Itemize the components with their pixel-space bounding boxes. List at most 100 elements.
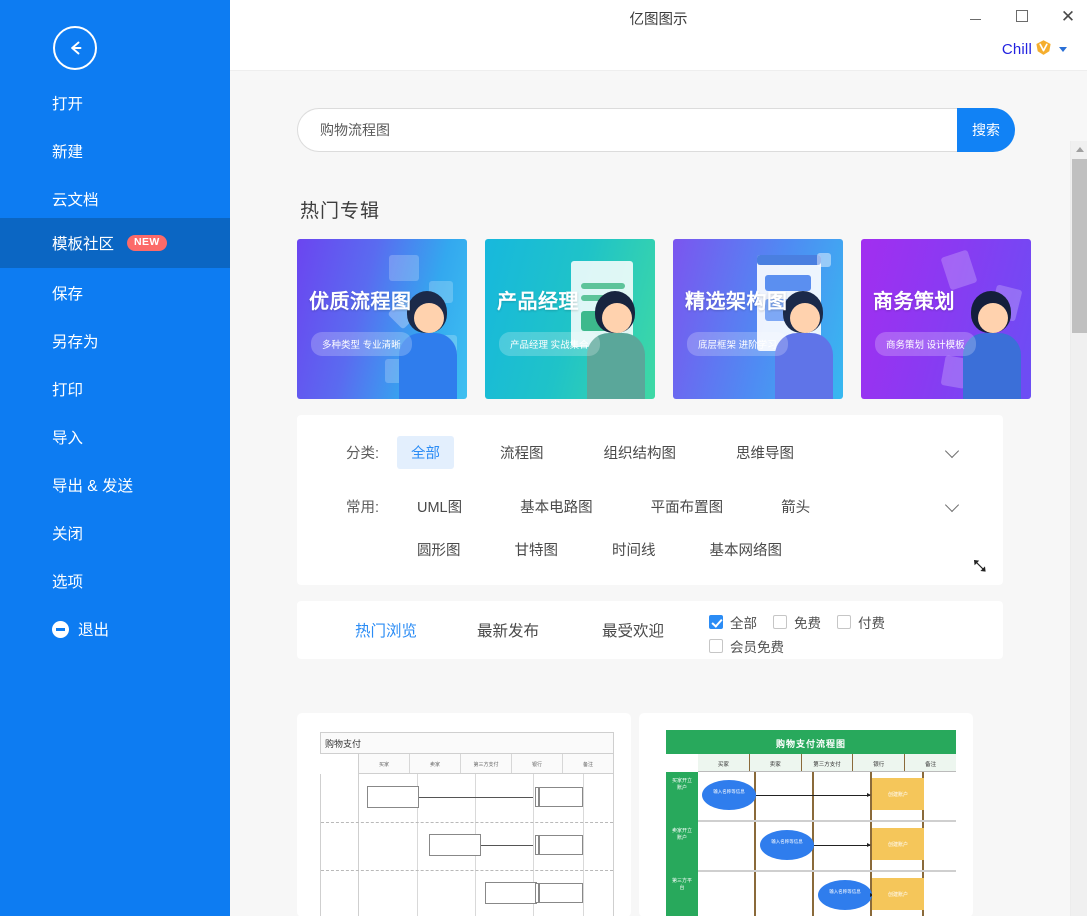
checkbox-box [709, 639, 723, 653]
banner-subtitle: 商务策划 设计模板 [875, 332, 976, 356]
vip-badge-icon [1035, 39, 1052, 61]
common-expand-chevron-down-icon[interactable] [945, 498, 961, 514]
category-chip-mind-map[interactable]: 思维导图 [722, 436, 808, 469]
checkbox-all[interactable]: 全部 [709, 612, 757, 632]
close-icon: ✕ [1060, 6, 1076, 26]
banner-card[interactable]: 商务策划 商务策划 设计模板 [861, 239, 1031, 399]
sidebar-item-label: 打开 [52, 96, 84, 113]
template-preview-body: 买家开立账户 卖家开立账户 第三方平台 输入名称等信息 创建账户 输入名称等信息… [666, 772, 956, 916]
template-list: 购物支付 买家 卖家 第三方支付 银行 备注 购物支付流程图 买家 卖家 第三方… [297, 713, 1003, 916]
common-chip-arrow[interactable]: 箭头 [767, 490, 824, 523]
sidebar-item-cloud-doc[interactable]: 云文档 [0, 174, 230, 224]
search-input[interactable] [297, 108, 957, 152]
tab-hot-browse[interactable]: 热门浏览 [355, 619, 417, 641]
vertical-scrollbar[interactable] [1070, 141, 1087, 916]
preview-col: 第三方支付 [802, 754, 854, 771]
sidebar-item-print[interactable]: 打印 [0, 364, 230, 414]
minimize-button[interactable] [955, 2, 995, 30]
common-chip-circuit[interactable]: 基本电路图 [506, 490, 607, 523]
common-chip-gantt[interactable]: 甘特图 [501, 533, 573, 566]
common-filter-row-2: 圆形图 甘特图 时间线 基本网络图 [297, 530, 1003, 568]
sidebar-item-save[interactable]: 保存 [0, 268, 230, 318]
banner-title: 商务策划 [873, 291, 955, 313]
checkbox-box-checked [709, 615, 723, 629]
sidebar-item-exit[interactable]: 退出 [0, 604, 230, 654]
preview-node: 输入名称等信息 [760, 830, 814, 860]
sidebar: 打开 新建 云文档 模板社区 NEW 保存 另存为 打印 导入 导出 & 发送 … [0, 0, 230, 916]
common-chip-floorplan[interactable]: 平面布置图 [637, 490, 738, 523]
common-chip-timeline[interactable]: 时间线 [598, 533, 670, 566]
banner-title: 产品经理 [497, 291, 579, 313]
close-button[interactable]: ✕ [1048, 2, 1087, 30]
sidebar-item-options[interactable]: 选项 [0, 556, 230, 606]
checkbox-label: 免费 [794, 616, 821, 631]
category-expand-chevron-down-icon[interactable] [945, 444, 961, 460]
filter-panel: 分类: 全部 流程图 组织结构图 思维导图 常用: UML图 基本电路图 平面布… [297, 415, 1003, 585]
checkbox-label: 付费 [858, 616, 885, 631]
banner-subtitle: 底层框架 进阶学习 [687, 332, 788, 356]
template-card[interactable]: 购物支付 买家 卖家 第三方支付 银行 备注 [297, 713, 631, 916]
sidebar-item-close[interactable]: 关闭 [0, 508, 230, 558]
template-preview-columns: 买家 卖家 第三方支付 银行 备注 [698, 754, 956, 772]
sidebar-item-label: 云文档 [52, 192, 99, 209]
price-filter-group: 全部 免费 付费 会员免费 [709, 611, 989, 659]
search-button[interactable]: 搜索 [957, 108, 1015, 152]
banner-subtitle: 产品经理 实战集合 [499, 332, 600, 356]
scroll-thumb[interactable] [1072, 159, 1087, 333]
preview-col: 备注 [582, 762, 593, 768]
category-chip-all[interactable]: 全部 [397, 435, 454, 469]
chevron-down-icon [1059, 47, 1067, 52]
preview-col: 第三方支付 [461, 754, 512, 773]
preview-col: 卖家 [410, 754, 461, 773]
banner-subtitle: 多种类型 专业清晰 [311, 332, 412, 356]
checkbox-box [837, 615, 851, 629]
preview-node: 创建账户 [872, 878, 924, 910]
sidebar-item-label: 另存为 [52, 334, 99, 351]
app-window: 打开 新建 云文档 模板社区 NEW 保存 另存为 打印 导入 导出 & 发送 … [0, 0, 1087, 916]
preview-lane: 卖家开立账户 [672, 828, 693, 841]
sidebar-item-label: 新建 [52, 144, 84, 161]
template-card[interactable]: 购物支付流程图 买家 卖家 第三方支付 银行 备注 买家开立账户 卖家开立账户 [639, 713, 973, 916]
banner-card[interactable]: 精选架构图 底层框架 进阶学习 [673, 239, 843, 399]
back-arrow-icon[interactable] [53, 26, 97, 70]
sidebar-item-label: 选项 [52, 574, 84, 591]
checkbox-member-free[interactable]: 会员免费 [709, 636, 784, 656]
banner-list: 优质流程图 多种类型 专业清晰 产品经理 产品经理 实战集合 精选架构图 底层框… [297, 239, 1087, 399]
common-filter-row-1: 常用: UML图 基本电路图 平面布置图 箭头 [297, 487, 1003, 525]
resize-diagonal-icon[interactable] [971, 557, 989, 575]
user-menu[interactable]: Chill [1002, 38, 1067, 61]
preview-lane: 买家开立账户 [672, 778, 693, 791]
search-bar: 搜索 [297, 108, 1015, 152]
sidebar-item-open[interactable]: 打开 [0, 78, 230, 128]
tab-most-popular[interactable]: 最受欢迎 [602, 619, 664, 641]
sidebar-item-export-send[interactable]: 导出 & 发送 [0, 460, 230, 510]
category-chip-org-chart[interactable]: 组织结构图 [590, 436, 691, 469]
checkbox-label: 会员免费 [730, 640, 784, 655]
scroll-up-arrow-icon[interactable] [1071, 141, 1087, 157]
preview-col: 买家 [698, 754, 750, 771]
sidebar-item-label: 打印 [52, 382, 84, 399]
banner-card[interactable]: 产品经理 产品经理 实战集合 [485, 239, 655, 399]
template-preview-body [320, 774, 614, 916]
sidebar-item-save-as[interactable]: 另存为 [0, 316, 230, 366]
maximize-button[interactable] [1002, 2, 1042, 30]
sidebar-item-template-community[interactable]: 模板社区 NEW [0, 218, 230, 268]
category-chip-flowchart[interactable]: 流程图 [486, 436, 558, 469]
tab-latest[interactable]: 最新发布 [477, 619, 539, 641]
checkbox-free[interactable]: 免费 [773, 612, 821, 632]
preview-node: 输入名称等信息 [702, 780, 756, 810]
preview-col: 买家 [359, 754, 410, 773]
banner-card[interactable]: 优质流程图 多种类型 专业清晰 [297, 239, 467, 399]
main-content: 搜索 热门专辑 优质流程图 多种类型 专业清晰 [230, 70, 1087, 916]
sidebar-item-new[interactable]: 新建 [0, 126, 230, 176]
checkbox-paid[interactable]: 付费 [837, 612, 885, 632]
common-chip-network[interactable]: 基本网络图 [696, 533, 797, 566]
preview-col: 银行 [512, 754, 563, 773]
preview-col: 备注 [925, 762, 937, 768]
sidebar-item-label: 退出 [78, 622, 110, 639]
template-preview-columns: 买家 卖家 第三方支付 银行 备注 [358, 754, 614, 774]
common-chip-uml[interactable]: UML图 [403, 490, 476, 523]
preview-node: 创建账户 [872, 828, 924, 860]
common-chip-circle-diagram[interactable]: 圆形图 [403, 533, 475, 566]
sidebar-item-import[interactable]: 导入 [0, 412, 230, 462]
